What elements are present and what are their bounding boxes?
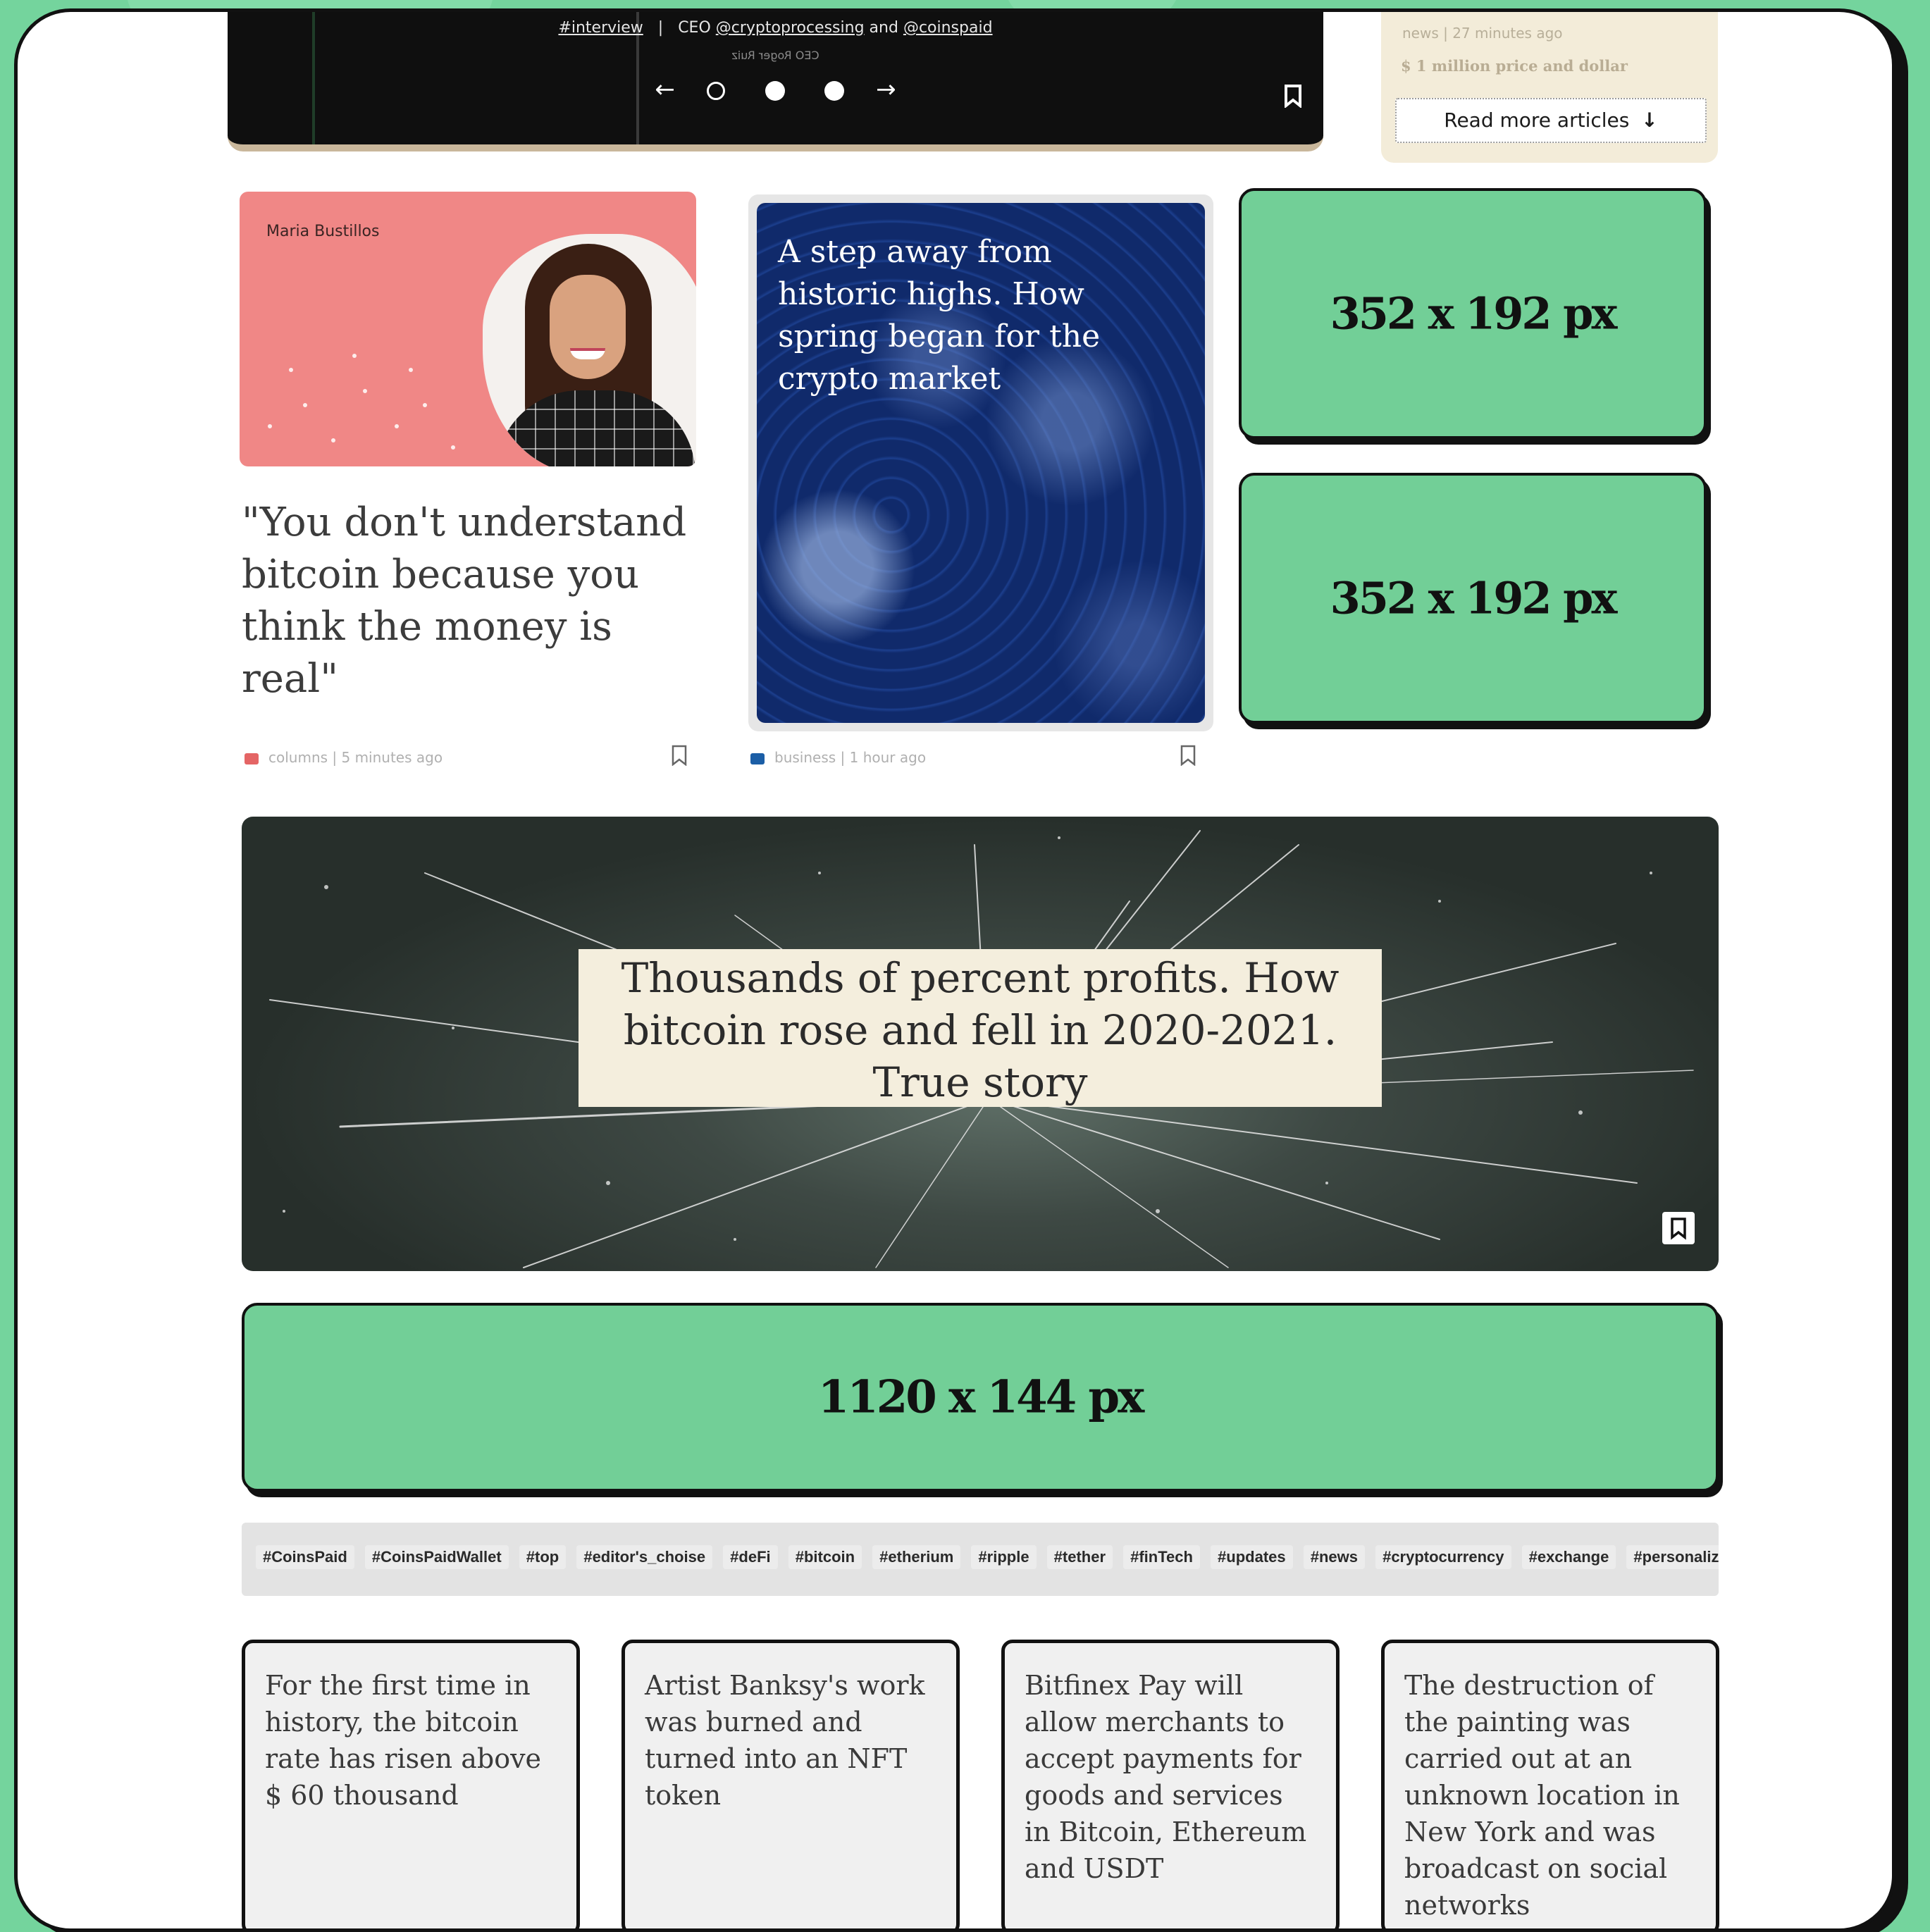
banner-title: Thousands of percent profits. How bitcoi…: [579, 949, 1382, 1107]
columns-card-image[interactable]: Maria Bustillos: [240, 192, 696, 466]
tag-link[interactable]: #cryptocurrency: [1375, 1545, 1511, 1569]
bookmark-icon[interactable]: [672, 745, 687, 766]
tag-link[interactable]: #editor's_choise: [576, 1545, 713, 1569]
side-news-teaser[interactable]: $ 1 million price and dollar: [1401, 57, 1628, 75]
hero-caption: #interview | CEO @cryptoprocessing and @…: [558, 19, 993, 37]
news-card[interactable]: Artist Banksy's work was burned and turn…: [621, 1640, 960, 1928]
category-badge: [750, 753, 765, 764]
tag-link[interactable]: #updates: [1211, 1545, 1293, 1569]
arrow-left-icon[interactable]: ←: [655, 75, 675, 104]
ad-placeholder-wide[interactable]: 1120 x 144 px: [242, 1303, 1719, 1492]
news-card[interactable]: Bitfinex Pay will allow merchants to acc…: [1001, 1640, 1340, 1928]
tag-link[interactable]: #ripple: [971, 1545, 1037, 1569]
news-card[interactable]: For the first time in history, the bitco…: [242, 1640, 580, 1928]
arrow-right-icon[interactable]: →: [876, 75, 896, 104]
columns-card-meta: columns | 5 minutes ago: [245, 749, 443, 766]
slider-dot[interactable]: [824, 80, 845, 101]
hero-slider[interactable]: #interview | CEO @cryptoprocessing and @…: [228, 12, 1323, 151]
ad-size-label: 352 x 192 px: [1330, 572, 1618, 624]
ad-placeholder-side-bottom[interactable]: 352 x 192 px: [1239, 473, 1707, 724]
read-more-button[interactable]: Read more articles ↓: [1395, 98, 1707, 143]
hero-mirrored-text: CEO Roger Ruiz: [731, 49, 819, 62]
tag-link[interactable]: #etherium: [872, 1545, 961, 1569]
news-card[interactable]: The destruction of the painting was carr…: [1381, 1640, 1719, 1928]
featured-banner[interactable]: Thousands of percent profits. How bitcoi…: [242, 817, 1719, 1271]
bookmark-icon[interactable]: [1180, 745, 1196, 766]
slider-dot[interactable]: [706, 81, 725, 100]
bookmark-icon: [1671, 1218, 1686, 1240]
hero-link-cryptoprocessing[interactable]: @cryptoprocessing: [716, 19, 865, 37]
business-card-meta: business | 1 hour ago: [750, 749, 926, 766]
business-card-title: A step away from historic highs. How spr…: [778, 234, 1101, 397]
columns-card-title[interactable]: "You don't understand bitcoin because yo…: [242, 497, 707, 705]
bookmark-button[interactable]: [1662, 1212, 1695, 1244]
side-news-panel: news | 27 minutes ago $ 1 million price …: [1381, 12, 1718, 163]
slider-nav: ← →: [228, 75, 1323, 104]
business-card-image: A step away from historic highs. How spr…: [757, 203, 1205, 723]
tag-link[interactable]: #top: [519, 1545, 567, 1569]
author-name: Maria Bustillos: [266, 223, 380, 240]
author-portrait: [483, 234, 696, 466]
browser-frame: #interview | CEO @cryptoprocessing and @…: [14, 8, 1895, 1932]
side-news-meta: news | 27 minutes ago: [1402, 25, 1563, 42]
tag-link[interactable]: #news: [1303, 1545, 1365, 1569]
tag-link[interactable]: #bitcoin: [788, 1545, 862, 1569]
tag-link[interactable]: #CoinsPaid: [256, 1545, 354, 1569]
tag-link[interactable]: #tether: [1046, 1545, 1113, 1569]
ad-placeholder-side-top[interactable]: 352 x 192 px: [1239, 188, 1707, 439]
ad-size-label: 1120 x 144 px: [817, 1370, 1145, 1424]
tag-bar: #CoinsPaid #CoinsPaidWallet #top #editor…: [242, 1523, 1719, 1596]
tag-link[interactable]: #deFi: [723, 1545, 778, 1569]
hero-tag-link[interactable]: #interview: [558, 19, 643, 37]
tag-link[interactable]: #exchange: [1521, 1545, 1616, 1569]
arrow-down-icon: ↓: [1641, 109, 1658, 132]
slider-dot[interactable]: [765, 80, 785, 101]
hero-link-coinspaid[interactable]: @coinspaid: [903, 19, 993, 37]
category-badge: [245, 753, 259, 764]
business-card[interactable]: A step away from historic highs. How spr…: [748, 194, 1213, 731]
tag-link[interactable]: #CoinsPaidWallet: [364, 1545, 509, 1569]
bookmark-icon[interactable]: [1284, 84, 1302, 108]
tag-link[interactable]: #finTech: [1123, 1545, 1200, 1569]
ad-size-label: 352 x 192 px: [1330, 287, 1618, 340]
tag-link[interactable]: #personaliz: [1626, 1545, 1719, 1569]
